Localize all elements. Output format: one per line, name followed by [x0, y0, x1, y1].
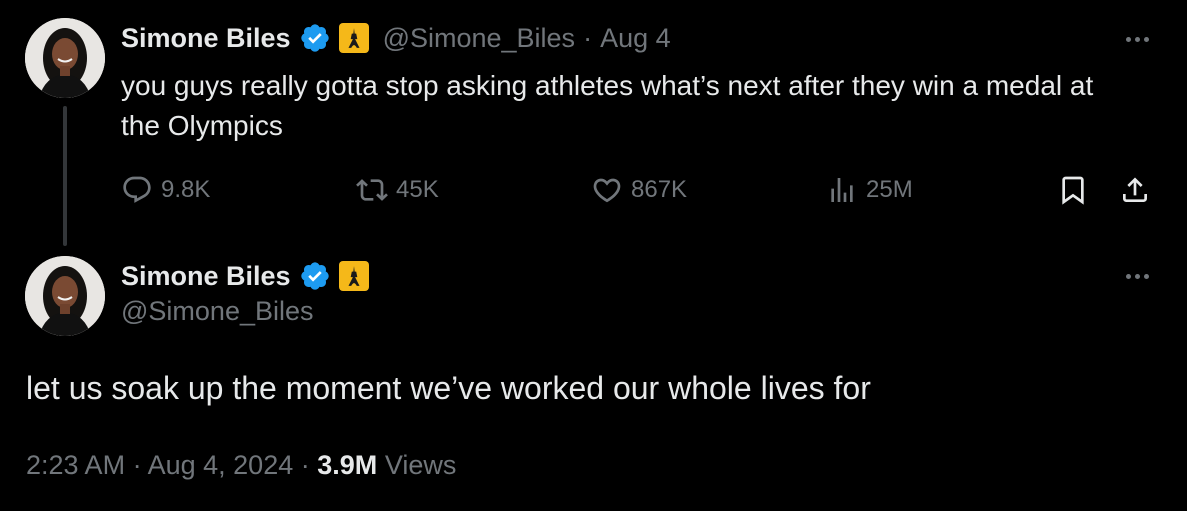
- reply-count: 9.8K: [161, 176, 211, 203]
- bookmark-button[interactable]: [1057, 170, 1089, 210]
- tweet-header: Simone Biles @Simone_Biles · Aug 4: [121, 18, 671, 58]
- reply-icon: [123, 176, 151, 203]
- handle[interactable]: @Simone_Biles: [383, 23, 576, 54]
- eiffel-tower-icon: [338, 261, 369, 291]
- tweet-full-date[interactable]: Aug 4, 2024: [148, 450, 294, 480]
- avatar[interactable]: [25, 18, 105, 98]
- separator: ·: [583, 22, 593, 53]
- repost-button[interactable]: 45K: [356, 170, 439, 210]
- like-icon: [593, 178, 621, 203]
- handle[interactable]: @Simone_Biles: [121, 296, 314, 327]
- repost-count: 45K: [396, 176, 439, 203]
- bookmark-icon: [1062, 176, 1084, 205]
- like-count: 867K: [631, 176, 688, 203]
- views-label: Views: [384, 450, 457, 480]
- display-name[interactable]: Simone Biles: [121, 23, 291, 54]
- share-icon: [1123, 177, 1147, 202]
- tweet-date[interactable]: Aug 4: [600, 23, 671, 54]
- more-icon[interactable]: [1117, 29, 1157, 49]
- tweet-text: you guys really gotta stop asking athlet…: [121, 70, 1094, 141]
- display-name[interactable]: Simone Biles: [121, 261, 291, 292]
- share-button[interactable]: [1119, 170, 1151, 210]
- views-icon: [831, 178, 853, 202]
- tweet-time[interactable]: 2:23 AM: [26, 450, 125, 480]
- thread-connector-line: [63, 106, 67, 246]
- verified-icon[interactable]: [299, 260, 331, 292]
- reply-button[interactable]: 9.8K: [121, 170, 210, 210]
- views-count: 25M: [866, 176, 913, 203]
- views-button[interactable]: 25M: [826, 170, 913, 210]
- verified-icon[interactable]: [299, 22, 331, 54]
- more-icon[interactable]: [1117, 266, 1157, 286]
- separator: ·: [132, 450, 142, 480]
- avatar[interactable]: [25, 256, 105, 336]
- separator: ·: [300, 450, 310, 480]
- tweet-actions: 9.8K 45K 867K 25M: [121, 170, 1161, 210]
- tweet-header: Simone Biles: [121, 256, 369, 296]
- like-button[interactable]: 867K: [591, 170, 687, 210]
- eiffel-tower-icon: [338, 23, 369, 53]
- repost-icon: [356, 179, 388, 201]
- tweet-text: let us soak up the moment we’ve worked o…: [26, 370, 871, 406]
- tweet-metadata: 2:23 AM · Aug 4, 2024 · 3.9M Views: [26, 450, 456, 481]
- views-count: 3.9M: [317, 450, 378, 480]
